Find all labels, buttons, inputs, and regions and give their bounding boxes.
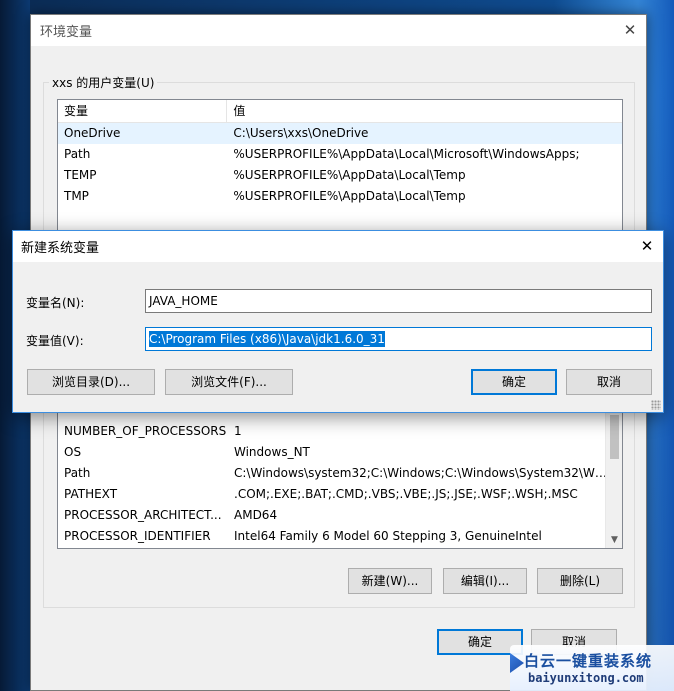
variable-name: Path <box>64 466 91 480</box>
variable-name: PROCESSOR_ARCHITECT... <box>64 508 222 522</box>
column-header-variable[interactable]: 变量 <box>58 100 228 122</box>
variable-value: Intel64 Family 6 Model 60 Stepping 3, Ge… <box>234 529 542 543</box>
variable-value-input[interactable]: C:\Program Files (x86)\Java\jdk1.6.0_31 <box>145 327 652 351</box>
browse-directory-button[interactable]: 浏览目录(D)... <box>27 369 155 395</box>
dialog-ok-button[interactable]: 确定 <box>471 369 557 395</box>
system-variable-row[interactable]: PATHEXT .COM;.EXE;.BAT;.CMD;.VBS;.VBE;.J… <box>58 484 622 505</box>
variable-name: NUMBER_OF_PROCESSORS <box>64 424 227 438</box>
variable-value-selected-text: C:\Program Files (x86)\Java\jdk1.6.0_31 <box>149 331 385 347</box>
env-window-titlebar: 环境变量 <box>31 15 646 46</box>
variable-name: PATHEXT <box>64 487 118 501</box>
env-window-title: 环境变量 <box>40 25 93 40</box>
user-variable-row[interactable]: OneDrive C:\Users\xxs\OneDrive <box>58 123 622 144</box>
new-system-variable-dialog: 新建系统变量 ✕ 变量名(N): JAVA_HOME 变量值(V): C:\Pr… <box>12 230 664 413</box>
system-variable-row[interactable]: PROCESSOR_ARCHITECT... AMD64 <box>58 505 622 526</box>
variable-name: PROCESSOR_IDENTIFIER <box>64 529 211 543</box>
column-header-value[interactable]: 值 <box>227 100 622 122</box>
variable-value: .COM;.EXE;.BAT;.CMD;.VBS;.VBE;.JS;.JSE;.… <box>234 487 578 501</box>
site-watermark: 白云一键重装系统 baiyunxitong.com <box>510 645 674 691</box>
watermark-logo-icon <box>510 653 524 673</box>
resize-grip-icon[interactable] <box>651 400 661 410</box>
system-variable-row[interactable]: Path C:\Windows\system32;C:\Windows;C:\W… <box>58 463 622 484</box>
browse-file-button[interactable]: 浏览文件(F)... <box>165 369 293 395</box>
variable-value: %USERPROFILE%\AppData\Local\Temp <box>233 189 466 203</box>
variable-value-label: 变量值(V): <box>26 334 84 348</box>
variable-name: OS <box>64 445 82 459</box>
scrollbar-thumb[interactable] <box>610 415 619 459</box>
user-variable-row[interactable]: TMP %USERPROFILE%\AppData\Local\Temp <box>58 186 622 207</box>
watermark-url: baiyunxitong.com <box>528 671 644 685</box>
delete-system-variable-button[interactable]: 删除(L) <box>537 568 623 594</box>
system-variables-list[interactable]: NUMBER_OF_PROCESSORS 1 OS Windows_NT Pat… <box>57 410 623 549</box>
user-variable-row[interactable]: TEMP %USERPROFILE%\AppData\Local\Temp <box>58 165 622 186</box>
edit-system-variable-button[interactable]: 编辑(I)... <box>443 568 527 594</box>
variable-value: %USERPROFILE%\AppData\Local\Microsoft\Wi… <box>233 147 580 161</box>
variable-value: C:\Users\xxs\OneDrive <box>233 126 369 140</box>
new-system-variable-button[interactable]: 新建(W)... <box>348 568 432 594</box>
env-window-close-icon[interactable]: ✕ <box>622 22 638 38</box>
dialog-cancel-button[interactable]: 取消 <box>566 369 652 395</box>
system-variables-scrollbar[interactable]: ▼ <box>605 411 622 548</box>
system-variable-row[interactable]: OS Windows_NT <box>58 442 622 463</box>
dialog-title: 新建系统变量 <box>21 241 100 256</box>
variable-name-label: 变量名(N): <box>26 296 85 310</box>
user-variable-row[interactable]: Path %USERPROFILE%\AppData\Local\Microso… <box>58 144 622 165</box>
system-variable-row[interactable]: PROCESSOR_IDENTIFIER Intel64 Family 6 Mo… <box>58 526 622 547</box>
scroll-down-icon[interactable]: ▼ <box>606 535 622 545</box>
variable-name: TMP <box>64 189 89 203</box>
variable-value: %USERPROFILE%\AppData\Local\Temp <box>233 168 466 182</box>
watermark-title: 白云一键重装系统 <box>524 652 653 670</box>
user-variables-label: xxs 的用户变量(U) <box>49 74 158 91</box>
variable-name: OneDrive <box>64 126 121 140</box>
dialog-titlebar: 新建系统变量 <box>13 231 663 262</box>
variable-name-input[interactable]: JAVA_HOME <box>145 289 652 313</box>
variable-value: 1 <box>234 424 242 438</box>
variable-value: C:\Windows\system32;C:\Windows;C:\Window… <box>234 466 607 480</box>
dialog-close-icon[interactable]: ✕ <box>639 238 655 254</box>
variable-name: TEMP <box>64 168 97 182</box>
user-variables-header: 变量 值 <box>58 100 622 123</box>
system-variable-row[interactable]: NUMBER_OF_PROCESSORS 1 <box>58 421 622 442</box>
variable-value: AMD64 <box>234 508 278 522</box>
user-variables-list[interactable]: 变量 值 OneDrive C:\Users\xxs\OneDrive Path… <box>57 99 623 249</box>
variable-name: Path <box>64 147 91 161</box>
variable-value: Windows_NT <box>234 445 310 459</box>
